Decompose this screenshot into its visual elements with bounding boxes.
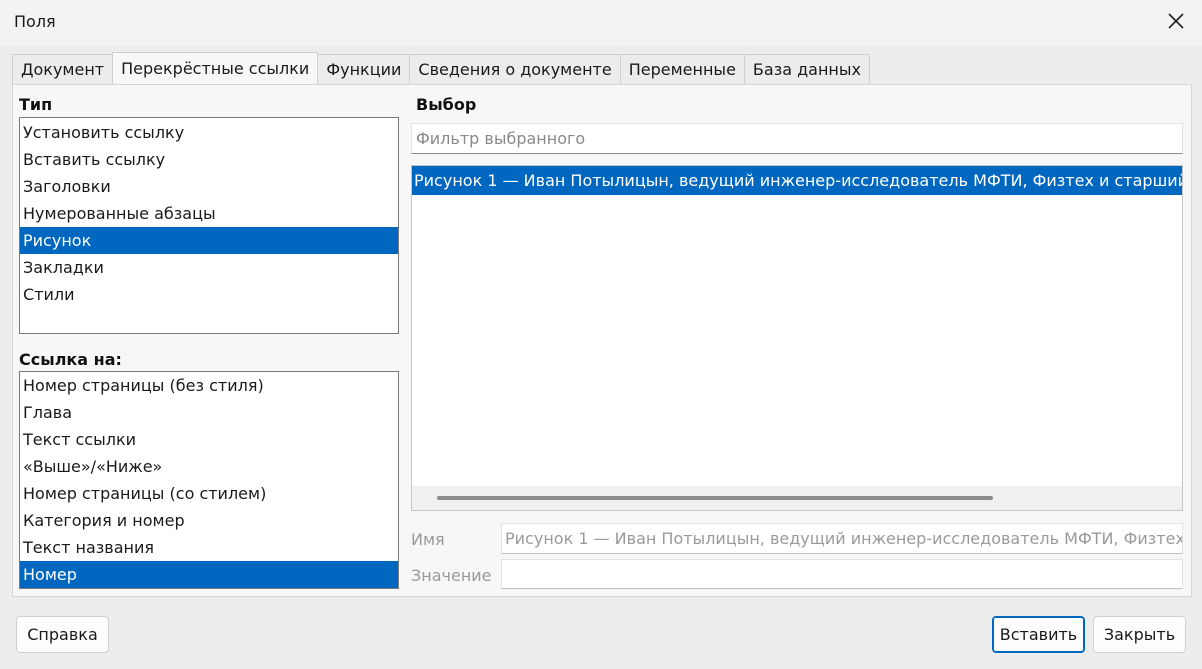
reference-item[interactable]: Текст ссылки (20, 426, 398, 453)
type-item[interactable]: Нумерованные абзацы (20, 200, 398, 227)
insert-button[interactable]: Вставить (992, 616, 1085, 653)
name-field[interactable]: Рисунок 1 — Иван Потылицын, ведущий инже… (501, 523, 1183, 554)
tab-document-info[interactable]: Сведения о документе (409, 54, 621, 84)
type-list[interactable]: Установить ссылку Вставить ссылку Заголо… (19, 117, 399, 334)
selection-item-selected[interactable]: Рисунок 1 — Иван Потылицын, ведущий инже… (412, 166, 1182, 195)
tab-variables[interactable]: Переменные (619, 54, 745, 84)
help-button[interactable]: Справка (16, 616, 109, 653)
value-label: Значение (411, 566, 492, 585)
name-label: Имя (411, 530, 445, 549)
type-item[interactable]: Установить ссылку (20, 119, 398, 146)
type-item-selected[interactable]: Рисунок (20, 227, 398, 254)
tab-bar: Документ Перекрёстные ссылки Функции Све… (12, 52, 870, 84)
type-item[interactable]: Стили (20, 281, 398, 308)
reference-item[interactable]: Глава (20, 399, 398, 426)
scrollbar-thumb[interactable] (437, 496, 993, 500)
reference-label: Ссылка на: (19, 350, 122, 369)
reference-item[interactable]: Текст названия (20, 534, 398, 561)
horizontal-scrollbar[interactable] (412, 486, 1182, 510)
reference-item[interactable]: Категория и номер (20, 507, 398, 534)
value-field[interactable] (501, 559, 1183, 589)
reference-item[interactable]: Номер страницы (без стиля) (20, 372, 398, 399)
reference-item[interactable]: «Выше»/«Ниже» (20, 453, 398, 480)
reference-item[interactable]: Номер страницы (со стилем) (20, 480, 398, 507)
reference-list[interactable]: Номер страницы (без стиля) Глава Текст с… (19, 371, 399, 589)
close-button[interactable]: Закрыть (1093, 616, 1186, 653)
type-item[interactable]: Заголовки (20, 173, 398, 200)
reference-item-selected[interactable]: Номер (20, 561, 398, 588)
tab-cross-references[interactable]: Перекрёстные ссылки (112, 52, 319, 84)
selection-label: Выбор (416, 95, 477, 114)
type-item[interactable]: Закладки (20, 254, 398, 281)
selection-list[interactable]: Рисунок 1 — Иван Потылицын, ведущий инже… (411, 165, 1183, 511)
filter-input[interactable]: Фильтр выбранного (411, 123, 1183, 154)
window-title: Поля (14, 12, 56, 31)
tab-functions[interactable]: Функции (317, 54, 411, 84)
close-icon[interactable] (1164, 9, 1188, 33)
tab-database[interactable]: База данных (743, 54, 870, 84)
title-bar (0, 0, 1202, 46)
tab-document[interactable]: Документ (12, 54, 114, 84)
type-item[interactable]: Вставить ссылку (20, 146, 398, 173)
type-label: Тип (19, 95, 53, 114)
